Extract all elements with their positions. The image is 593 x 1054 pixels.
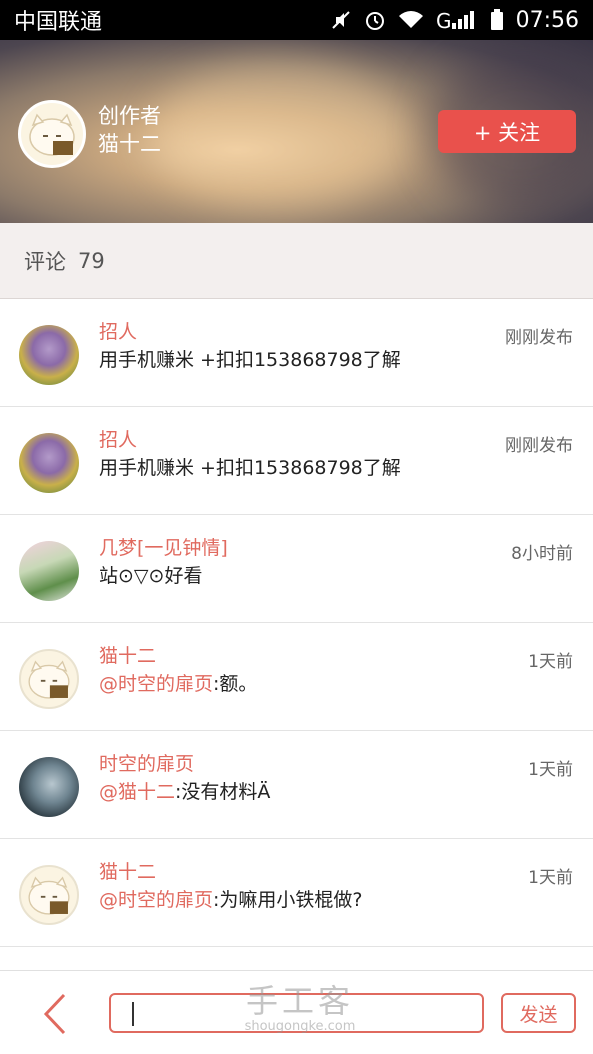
comment-time: 1天前 — [528, 652, 573, 672]
comment-item[interactable]: 招人 用手机赚米 +扣扣153868798了解 刚刚发布 — [0, 299, 593, 407]
author-label: 创作者 — [98, 104, 161, 128]
carrier-label: 中国联通 — [14, 10, 103, 35]
status-bar: 中国联通 G 07:56 — [0, 0, 593, 40]
comment-body: 站⊙▽⊙好看 — [99, 565, 203, 587]
svg-text:G: G — [436, 9, 452, 31]
signal-icon: G — [436, 9, 474, 31]
comment-username[interactable]: 招人 — [99, 317, 137, 344]
comment-time: 刚刚发布 — [505, 436, 573, 456]
comment-body: 用手机赚米 +扣扣153868798了解 — [99, 457, 401, 479]
comment-username[interactable]: 时空的扉页 — [99, 749, 194, 776]
header-background — [150, 60, 410, 210]
text-caret — [132, 1002, 134, 1026]
comment-text: @时空的扉页:额。 — [99, 669, 257, 696]
profile-header: 创作者 猫十二 + 关注 — [0, 40, 593, 223]
comment-body: 用手机赚米 +扣扣153868798了解 — [99, 349, 401, 371]
clock: 07:56 — [515, 7, 579, 33]
comment-item[interactable]: 时空的扉页 @猫十二:没有材料Ä 1天前 — [0, 731, 593, 839]
comment-time: 刚刚发布 — [505, 328, 573, 348]
comment-text: @时空的扉页:为嘛用小铁棍做? — [99, 885, 363, 912]
send-button-label: 发送 — [519, 1003, 558, 1026]
cat-avatar-icon — [29, 113, 75, 156]
comments-label: 评论 — [24, 249, 66, 274]
user-avatar[interactable] — [19, 865, 79, 925]
comment-item[interactable]: 几梦[一见钟情] 站⊙▽⊙好看 8小时前 — [0, 515, 593, 623]
wifi-icon — [398, 11, 423, 28]
comment-time: 1天前 — [528, 868, 573, 888]
mute-icon — [331, 11, 350, 29]
comment-item[interactable]: 招人 用手机赚米 +扣扣153868798了解 刚刚发布 — [0, 407, 593, 515]
comment-text: 站⊙▽⊙好看 — [99, 561, 202, 588]
comment-time: 8小时前 — [511, 544, 573, 564]
comment-body: :额。 — [213, 673, 258, 695]
comment-input[interactable] — [109, 993, 484, 1033]
comment-list: 招人 用手机赚米 +扣扣153868798了解 刚刚发布 招人 用手机赚米 +扣… — [0, 299, 593, 947]
author-name[interactable]: 猫十二 — [98, 130, 161, 158]
comment-body: :没有材料Ä — [175, 781, 271, 803]
alarm-icon — [365, 12, 384, 30]
follow-button-label: + 关注 — [473, 120, 541, 145]
send-button[interactable]: 发送 — [501, 993, 576, 1033]
comment-username[interactable]: 几梦[一见钟情] — [99, 533, 228, 560]
comments-count: 79 — [78, 248, 105, 273]
cat-avatar-icon — [28, 876, 70, 915]
comment-username[interactable]: 猫十二 — [99, 857, 156, 884]
comment-item[interactable]: 猫十二 @时空的扉页:额。 1天前 — [0, 623, 593, 731]
comment-item[interactable]: 猫十二 @时空的扉页:为嘛用小铁棍做? 1天前 — [0, 839, 593, 947]
author-info: 创作者 猫十二 — [98, 102, 161, 158]
follow-button[interactable]: + 关注 — [438, 110, 576, 153]
user-avatar[interactable] — [19, 325, 79, 385]
comment-mention[interactable]: @时空的扉页 — [99, 673, 213, 695]
user-avatar[interactable] — [19, 757, 79, 817]
status-icons: G 07:56 — [330, 8, 579, 33]
comment-text: 用手机赚米 +扣扣153868798了解 — [99, 453, 401, 480]
cat-avatar-icon — [28, 660, 70, 699]
back-arrow-icon[interactable] — [36, 991, 76, 1037]
comment-composer: 发送 — [0, 970, 593, 1054]
user-avatar[interactable] — [19, 541, 79, 601]
comment-username[interactable]: 招人 — [99, 425, 137, 452]
comment-username[interactable]: 猫十二 — [99, 641, 156, 668]
comments-header: 评论 79 — [0, 223, 593, 299]
comment-body: :为嘛用小铁棍做? — [213, 889, 363, 911]
comment-time: 1天前 — [528, 760, 573, 780]
author-avatar[interactable] — [18, 100, 86, 168]
comment-text: 用手机赚米 +扣扣153868798了解 — [99, 345, 401, 372]
user-avatar[interactable] — [19, 649, 79, 709]
user-avatar[interactable] — [19, 433, 79, 493]
battery-icon — [490, 9, 503, 30]
comment-mention[interactable]: @时空的扉页 — [99, 889, 213, 911]
comment-mention[interactable]: @猫十二 — [99, 781, 175, 803]
comment-text: @猫十二:没有材料Ä — [99, 777, 270, 804]
